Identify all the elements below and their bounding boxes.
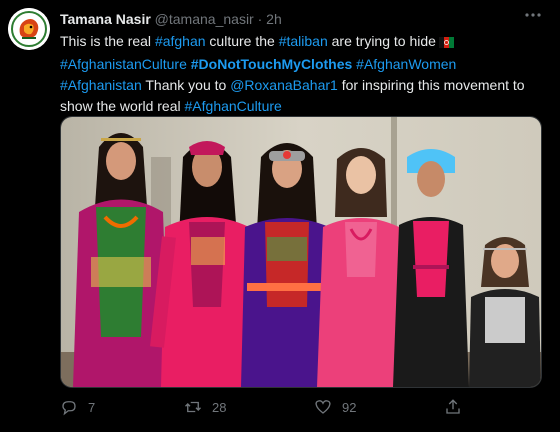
share-button[interactable] <box>444 394 462 420</box>
hashtag-afghanistanculture[interactable]: #AfghanistanCulture <box>60 56 187 72</box>
share-icon <box>446 399 460 414</box>
tweet-line-2: #AfghanistanCulture #DoNotTouchMyClothes… <box>60 54 546 75</box>
text-segment: are trying to hide <box>327 33 436 49</box>
tweet-header: Tamana Nasir @tamana_nasir · 2h <box>60 10 550 28</box>
lion-logo-icon <box>8 8 50 50</box>
author-handle[interactable]: @tamana_nasir <box>155 11 254 27</box>
photo-illustration <box>61 117 541 387</box>
retweet-icon <box>185 401 201 413</box>
author-name[interactable]: Tamana Nasir <box>60 11 151 27</box>
text-segment: for inspiring this movement to <box>337 77 525 93</box>
mention-roxanabahar1[interactable]: @RoxanaBahar1 <box>230 77 338 93</box>
text-segment: Thank you to <box>141 77 231 93</box>
like-button[interactable]: 92 <box>314 394 356 420</box>
text-segment: show the world real <box>60 98 185 114</box>
tweet-line-4: show the world real #AfghanCulture <box>60 96 546 117</box>
tweet-actions: 7 28 92 <box>60 394 480 420</box>
tweet-time[interactable]: 2h <box>266 11 282 27</box>
retweet-count: 28 <box>212 399 227 415</box>
text-segment: This is the real <box>60 33 155 49</box>
afghanistan-flag-icon <box>438 33 454 54</box>
hashtag-afghan[interactable]: #afghan <box>155 33 206 49</box>
text-segment: culture the <box>205 33 279 49</box>
avatar[interactable] <box>8 8 50 50</box>
tweet-text: This is the real #afghan culture the #ta… <box>60 31 546 117</box>
tweet-line-3: #Afghanistan Thank you to @RoxanaBahar1 … <box>60 75 546 96</box>
hashtag-donottouchmyclothes[interactable]: #DoNotTouchMyClothes <box>191 56 353 72</box>
reply-icon <box>62 401 76 416</box>
tweet[interactable]: Tamana Nasir @tamana_nasir · 2h This is … <box>0 0 560 432</box>
hashtag-taliban[interactable]: #taliban <box>279 33 328 49</box>
hashtag-afghanistan[interactable]: #Afghanistan <box>60 77 142 93</box>
retweet-button[interactable]: 28 <box>184 394 226 420</box>
hashtag-afghanwomen[interactable]: #AfghanWomen <box>356 56 456 72</box>
separator-dot: · <box>257 11 263 27</box>
tweet-line-1: This is the real #afghan culture the #ta… <box>60 31 546 54</box>
reply-count: 7 <box>88 399 96 415</box>
heart-icon <box>315 400 331 414</box>
reply-button[interactable]: 7 <box>60 394 95 420</box>
more-options-icon[interactable] <box>518 6 548 28</box>
like-count: 92 <box>342 399 357 415</box>
hashtag-afghanculture[interactable]: #AfghanCulture <box>185 98 282 114</box>
tweet-photo[interactable] <box>60 116 542 388</box>
